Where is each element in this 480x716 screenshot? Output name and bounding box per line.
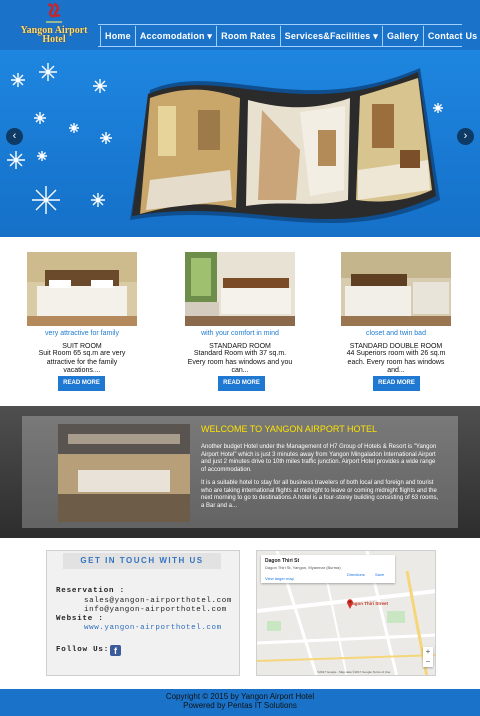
nav-contact-us[interactable]: Contact Us — [424, 26, 480, 46]
lobby-photo — [58, 424, 190, 522]
map-address: Dagon Thiri St, Yangon, Myanmar (Burma) — [265, 565, 341, 570]
room-tagline: closet and twin bad — [366, 330, 426, 337]
room-tagline: very attractive for family — [45, 330, 119, 337]
nav-services-facilities[interactable]: Services&Facilities ▾ — [281, 26, 383, 46]
nav-home[interactable]: Home — [101, 26, 136, 46]
room-card-standard-double: closet and twin bad STANDARD DOUBLE ROOM… — [341, 252, 451, 376]
directions-link[interactable]: Directions — [347, 572, 365, 577]
hero-slider: ‹ › — [0, 50, 480, 237]
nav-gallery[interactable]: Gallery — [383, 26, 424, 46]
view-larger-map-link[interactable]: View larger map — [265, 576, 294, 581]
slider-artwork — [7, 63, 443, 224]
site-logo[interactable]: Yangon Airport Hotel — [14, 2, 94, 48]
room-card-standard: with your comfort in mind STANDARD ROOM … — [185, 252, 295, 376]
map-attribution: ©2017 Google · Map data ©2017 Google Ter… — [317, 670, 391, 674]
slider-next-button[interactable]: › — [457, 128, 474, 145]
read-more-button-standard-double[interactable]: READ MORE — [373, 376, 420, 391]
facebook-icon[interactable]: f — [110, 645, 121, 656]
slider-prev-button[interactable]: ‹ — [6, 128, 23, 145]
location-map[interactable]: Dagon Thiri St Dagon Thiri St, Yangon, M… — [256, 550, 436, 676]
nav-bottom-border — [98, 46, 462, 47]
website-link[interactable]: www.yangon-airporthotel.com — [84, 624, 222, 632]
room-title: STANDARD ROOM — [209, 343, 271, 350]
site-footer: Copyright © 2015 by Yangon Airport Hotel… — [0, 689, 480, 716]
brand-name-line2: Hotel — [42, 34, 66, 45]
site-header: Yangon Airport Hotel Home Accomodation ▾… — [0, 0, 480, 50]
map-info-card: Dagon Thiri St Dagon Thiri St, Yangon, M… — [261, 555, 395, 583]
welcome-text: Another budget Hotel under the Managemen… — [201, 444, 441, 516]
standard-double-room-photo[interactable] — [341, 252, 451, 326]
room-description: 44 Superiors room with 26 sq.m each. Eve… — [346, 350, 446, 374]
welcome-section: WELCOME TO YANGON AIRPORT HOTEL Another … — [0, 406, 480, 538]
room-list: very attractive for family SUIT ROOM Sui… — [0, 252, 480, 402]
website-label: Website : — [56, 615, 104, 623]
map-pin-label: Dagon Thiri Street — [349, 601, 389, 606]
map-zoom-control[interactable]: + − — [423, 647, 433, 667]
save-link[interactable]: Save — [375, 572, 384, 577]
contact-box: GET IN TOUCH WITH US Reservation : sales… — [46, 550, 240, 676]
room-card-suit: very attractive for family SUIT ROOM Sui… — [27, 252, 137, 376]
nav-top-border — [98, 24, 462, 25]
room-tagline: with your comfort in mind — [201, 330, 279, 337]
reservation-label: Reservation : — [56, 587, 125, 595]
room-description: Standard Room with 37 sq.m. Every room h… — [187, 350, 293, 374]
read-more-button-suit[interactable]: READ MORE — [58, 376, 105, 391]
chevron-right-icon: › — [463, 130, 468, 142]
welcome-title: WELCOME TO YANGON AIRPORT HOTEL — [201, 424, 378, 434]
read-more-button-standard[interactable]: READ MORE — [218, 376, 265, 391]
contact-heading: GET IN TOUCH WITH US — [63, 553, 221, 569]
welcome-paragraph-2: It is a suitable hotel to stay for all b… — [201, 480, 439, 509]
powered-by-text: Powered by Pentas IT Solutions — [183, 701, 297, 710]
room-title: STANDARD DOUBLE ROOM — [349, 343, 443, 350]
follow-us-label: Follow Us: — [56, 646, 110, 654]
main-nav: Home Accomodation ▾ Room Rates Services&… — [100, 26, 480, 46]
nav-room-rates[interactable]: Room Rates — [217, 26, 281, 46]
standard-room-photo[interactable] — [185, 252, 295, 326]
chevron-left-icon: ‹ — [12, 130, 17, 142]
email-sales-link[interactable]: sales@yangon-airporthotel.com — [84, 597, 232, 605]
nav-accomodation[interactable]: Accomodation ▾ — [136, 26, 218, 46]
room-description: Suit Room 65 sq.m are very attractive fo… — [38, 350, 126, 374]
email-info-link[interactable]: info@yangon-airporthotel.com — [84, 606, 227, 614]
suit-room-photo[interactable] — [27, 252, 137, 326]
hotel-logo-icon — [46, 2, 62, 23]
map-place-name: Dagon Thiri St — [265, 558, 300, 564]
room-title: SUIT ROOM — [62, 343, 102, 350]
copyright-text: Copyright © 2015 by Yangon Airport Hotel — [165, 692, 315, 701]
welcome-paragraph-1: Another budget Hotel under the Managemen… — [201, 444, 437, 473]
